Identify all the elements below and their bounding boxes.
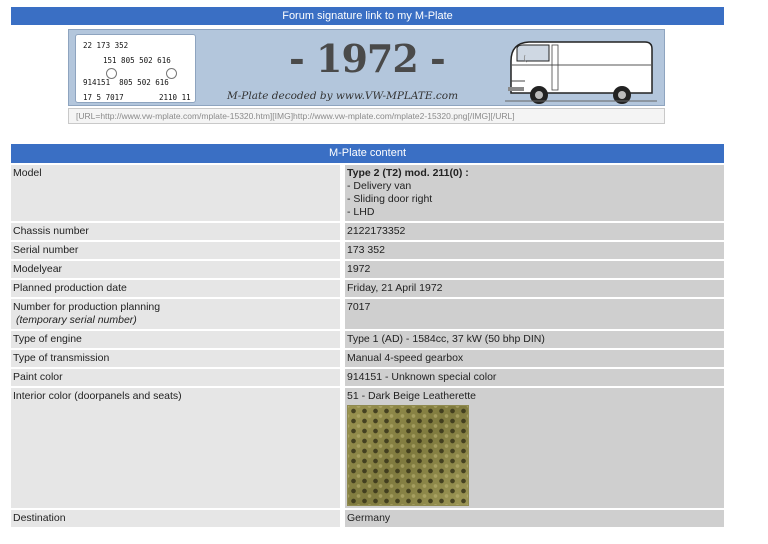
table-row: Type of transmission Manual 4-speed gear… — [11, 350, 724, 367]
banner-year: - 1972 - — [289, 36, 446, 81]
mplate-signature-banner[interactable]: 22 173 352 151 805 502 616 914151 805 50… — [68, 29, 665, 106]
banner-decoded-text: M-Plate decoded by www.VW-MPLATE.com — [227, 90, 459, 102]
row-sublabel: (temporary serial number) — [16, 314, 137, 326]
row-label: Paint color — [11, 369, 340, 386]
table-row: Destination Germany — [11, 510, 724, 527]
model-detail: - Delivery van — [347, 180, 412, 192]
table-row: Type of engine Type 1 (AD) - 1584cc, 37 … — [11, 331, 724, 348]
row-label: Modelyear — [11, 261, 340, 278]
mplate-content-table: Model Type 2 (T2) mod. 211(0) : - Delive… — [11, 163, 724, 529]
model-detail: - LHD — [347, 206, 375, 218]
row-value: Friday, 21 April 1972 — [345, 280, 724, 297]
signature-section-header: Forum signature link to my M-Plate — [11, 7, 724, 25]
plate-line: 151 805 502 616 — [103, 56, 171, 65]
row-label: Serial number — [11, 242, 340, 259]
row-label: Number for production planning — [13, 301, 161, 313]
table-row: Modelyear 1972 — [11, 261, 724, 278]
plate-line: 914151 805 502 616 — [83, 78, 169, 87]
row-value: 51 - Dark Beige Leatherette — [347, 390, 476, 402]
row-label: Type of transmission — [11, 350, 340, 367]
table-row: Planned production date Friday, 21 April… — [11, 280, 724, 297]
plate-line: 22 173 352 — [83, 41, 129, 50]
row-label: Destination — [11, 510, 340, 527]
model-detail: - Sliding door right — [347, 193, 433, 205]
signature-code-field[interactable]: [URL=http://www.vw-mplate.com/mplate-153… — [68, 108, 665, 124]
model-name: Type 2 (T2) mod. 211(0) : — [347, 167, 469, 179]
table-row: Serial number 173 352 — [11, 242, 724, 259]
row-value: Type 1 (AD) - 1584cc, 37 kW (50 bhp DIN) — [345, 331, 724, 348]
mplate-content-header: M-Plate content — [11, 144, 724, 163]
row-value-model: Type 2 (T2) mod. 211(0) : - Delivery van… — [345, 165, 724, 221]
row-value: 2122173352 — [345, 223, 724, 240]
vw-bus-icon — [505, 41, 657, 104]
row-value: 1972 — [345, 261, 724, 278]
row-label: Type of engine — [11, 331, 340, 348]
table-row: Number for production planning (temporar… — [11, 299, 724, 329]
table-row: Model Type 2 (T2) mod. 211(0) : - Delive… — [11, 165, 724, 221]
table-row: Paint color 914151 - Unknown special col… — [11, 369, 724, 386]
interior-color-swatch — [347, 405, 469, 506]
row-value: 914151 - Unknown special color — [345, 369, 724, 386]
row-label: Interior color (doorpanels and seats) — [11, 388, 340, 508]
row-value: Manual 4-speed gearbox — [345, 350, 724, 367]
row-label: Planned production date — [11, 280, 340, 297]
row-value: Germany — [345, 510, 724, 527]
row-label: Model — [11, 165, 340, 221]
row-value-interior: 51 - Dark Beige Leatherette — [345, 388, 724, 508]
row-value: 173 352 — [345, 242, 724, 259]
table-row: Interior color (doorpanels and seats) 51… — [11, 388, 724, 508]
row-label: Chassis number — [11, 223, 340, 240]
plate-line: 2110 11 — [159, 93, 191, 102]
mplate-plate-image: 22 173 352 151 805 502 616 914151 805 50… — [75, 34, 196, 103]
table-row: Chassis number 2122173352 — [11, 223, 724, 240]
plate-line: 17 5 7017 — [83, 93, 124, 102]
row-label-planning: Number for production planning (temporar… — [11, 299, 340, 329]
row-value: 7017 — [345, 299, 724, 329]
